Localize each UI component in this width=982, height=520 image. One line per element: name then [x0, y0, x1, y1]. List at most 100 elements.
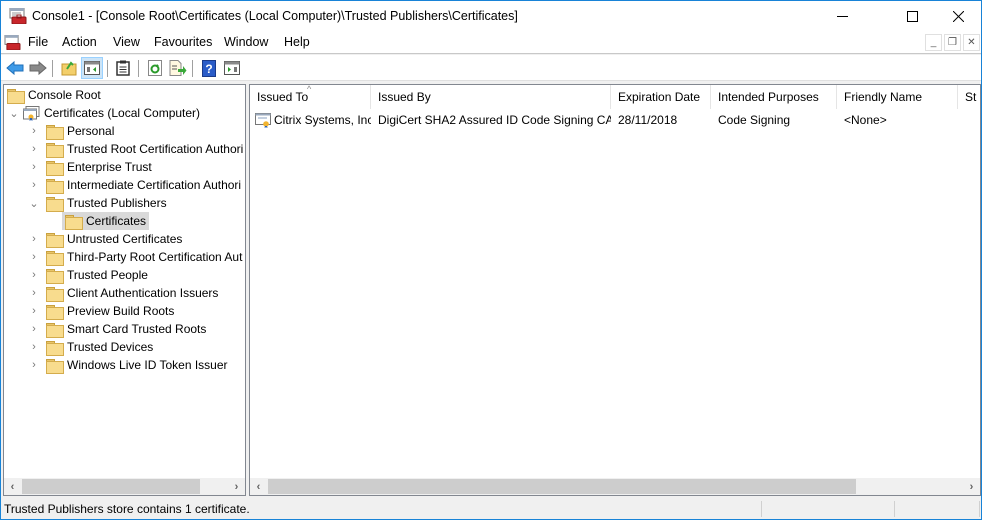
toolbar-separator	[52, 60, 53, 77]
table-row[interactable]: Citrix Systems, Inc. DigiCert SHA2 Assur…	[250, 110, 980, 130]
forward-arrow-icon	[29, 61, 47, 75]
tree-item-trusted-people[interactable]: › Trusted People	[28, 266, 148, 284]
chevron-right-icon[interactable]: ›	[28, 338, 40, 356]
column-status[interactable]: St	[958, 85, 980, 109]
folder-icon	[46, 250, 64, 266]
chevron-down-icon[interactable]: ⌄	[28, 194, 40, 212]
scrollbar-thumb[interactable]	[268, 479, 856, 494]
chevron-right-icon[interactable]: ›	[28, 320, 40, 338]
properties-button[interactable]	[112, 57, 134, 79]
up-one-level-button[interactable]	[58, 57, 80, 79]
tree-item-third-party-root-ca[interactable]: › Third-Party Root Certification Aut	[28, 248, 242, 266]
tree-item-personal[interactable]: › Personal	[28, 122, 114, 140]
tree-item-trusted-publishers[interactable]: ⌄ Trusted Publishers	[28, 194, 167, 212]
mmc-console-icon	[9, 8, 27, 24]
folder-icon	[46, 358, 64, 374]
folder-icon	[46, 196, 64, 212]
scroll-left-icon[interactable]: ‹	[4, 478, 21, 495]
tree-item-windows-live-id-token-issuer[interactable]: › Windows Live ID Token Issuer	[28, 356, 228, 374]
menu-favourites[interactable]: Favourites	[153, 35, 213, 49]
chevron-right-icon[interactable]: ›	[28, 284, 40, 302]
certificate-list-pane: Issued To ^ Issued By Expiration Date In…	[249, 84, 981, 496]
mdi-minimize-button[interactable]: _	[925, 34, 942, 51]
show-action-pane-button[interactable]	[221, 57, 243, 79]
tree-item-label: Smart Card Trusted Roots	[67, 322, 207, 336]
chevron-right-icon[interactable]: ›	[28, 356, 40, 374]
tree-item-console-root[interactable]: Console Root	[7, 86, 101, 104]
chevron-right-icon[interactable]: ›	[28, 122, 40, 140]
tree-item-label: Trusted People	[67, 268, 148, 282]
menu-help[interactable]: Help	[283, 35, 311, 49]
tree-item-label: Certificates	[86, 214, 147, 228]
menu-bar: File Action View Favourites Window Help	[1, 32, 981, 54]
maximize-button[interactable]	[889, 1, 935, 32]
tree-item-trusted-devices[interactable]: › Trusted Devices	[28, 338, 153, 356]
folder-icon	[46, 340, 64, 356]
tree-item-label: Third-Party Root Certification Aut	[67, 250, 243, 264]
tree-item-certificates-selected[interactable]: Certificates	[62, 212, 150, 230]
menu-file[interactable]: File	[27, 35, 49, 49]
mdi-restore-button[interactable]: ❐	[944, 34, 961, 51]
tree-item-preview-build-roots[interactable]: › Preview Build Roots	[28, 302, 174, 320]
chevron-right-icon[interactable]: ›	[28, 176, 40, 194]
scroll-left-icon[interactable]: ‹	[250, 478, 267, 495]
title-bar: Console1 - [Console Root\Certificates (L…	[1, 1, 981, 32]
status-separator	[761, 501, 762, 517]
tree-item-label: Certificates (Local Computer)	[44, 106, 201, 120]
column-issued-by[interactable]: Issued By	[371, 85, 611, 109]
status-bar: Trusted Publishers store contains 1 cert…	[1, 499, 981, 519]
refresh-button[interactable]	[144, 57, 166, 79]
tree-item-enterprise-trust[interactable]: › Enterprise Trust	[28, 158, 152, 176]
show-hide-console-tree-button[interactable]	[81, 57, 103, 79]
sort-ascending-icon: ^	[307, 85, 312, 94]
chevron-right-icon[interactable]: ›	[28, 140, 40, 158]
export-list-icon	[169, 60, 187, 76]
action-pane-icon	[224, 61, 240, 75]
tree-horizontal-scrollbar[interactable]: ‹ ›	[4, 478, 245, 495]
tree-item-untrusted-certificates[interactable]: › Untrusted Certificates	[28, 230, 182, 248]
column-issued-to[interactable]: Issued To ^	[250, 85, 371, 109]
chevron-right-icon[interactable]: ›	[28, 302, 40, 320]
chevron-right-icon[interactable]: ›	[28, 266, 40, 284]
column-intended-purposes[interactable]: Intended Purposes	[711, 85, 837, 109]
mdi-window-icon[interactable]	[4, 35, 21, 50]
export-list-button[interactable]	[167, 57, 189, 79]
menu-action[interactable]: Action	[61, 35, 98, 49]
tree-item-intermediate-ca[interactable]: › Intermediate Certification Authori	[28, 176, 241, 194]
tree-item-smart-card-trusted-roots[interactable]: › Smart Card Trusted Roots	[28, 320, 206, 338]
tree-item-trusted-root-ca[interactable]: › Trusted Root Certification Authori	[28, 140, 243, 158]
list-horizontal-scrollbar[interactable]: ‹ ›	[250, 478, 980, 495]
minimize-button[interactable]	[819, 1, 865, 32]
column-expiration-date[interactable]: Expiration Date	[611, 85, 711, 109]
folder-icon	[65, 214, 83, 230]
folder-icon	[7, 88, 25, 104]
tree-item-label: Console Root	[28, 88, 101, 102]
close-icon	[952, 11, 964, 22]
tree-item-label: Client Authentication Issuers	[67, 286, 219, 300]
tree-item-client-auth-issuers[interactable]: › Client Authentication Issuers	[28, 284, 218, 302]
chevron-right-icon[interactable]: ›	[28, 158, 40, 176]
refresh-icon	[148, 60, 162, 76]
list-header: Issued To ^ Issued By Expiration Date In…	[250, 85, 980, 109]
close-button[interactable]	[935, 1, 981, 32]
menu-view[interactable]: View	[112, 35, 141, 49]
tree-item-label: Untrusted Certificates	[67, 232, 183, 246]
scroll-right-icon[interactable]: ›	[963, 478, 980, 495]
scroll-right-icon[interactable]: ›	[228, 478, 245, 495]
console-tree-icon	[84, 61, 100, 75]
scrollbar-thumb[interactable]	[22, 479, 200, 494]
column-friendly-name[interactable]: Friendly Name	[837, 85, 958, 109]
back-arrow-icon	[6, 61, 24, 75]
toolbar-separator	[138, 60, 139, 77]
forward-button[interactable]	[27, 57, 49, 79]
chevron-down-icon[interactable]: ⌄	[8, 104, 20, 122]
help-button[interactable]: ?	[198, 57, 220, 79]
back-button[interactable]	[4, 57, 26, 79]
chevron-right-icon[interactable]: ›	[28, 230, 40, 248]
folder-icon	[46, 304, 64, 320]
menu-window[interactable]: Window	[223, 35, 269, 49]
mdi-close-button[interactable]: ✕	[963, 34, 980, 51]
mdi-minimize-icon: _	[930, 37, 937, 48]
tree-item-certificates-local-computer[interactable]: ⌄ Certificates (Local Computer)	[8, 104, 200, 122]
chevron-right-icon[interactable]: ›	[28, 248, 40, 266]
